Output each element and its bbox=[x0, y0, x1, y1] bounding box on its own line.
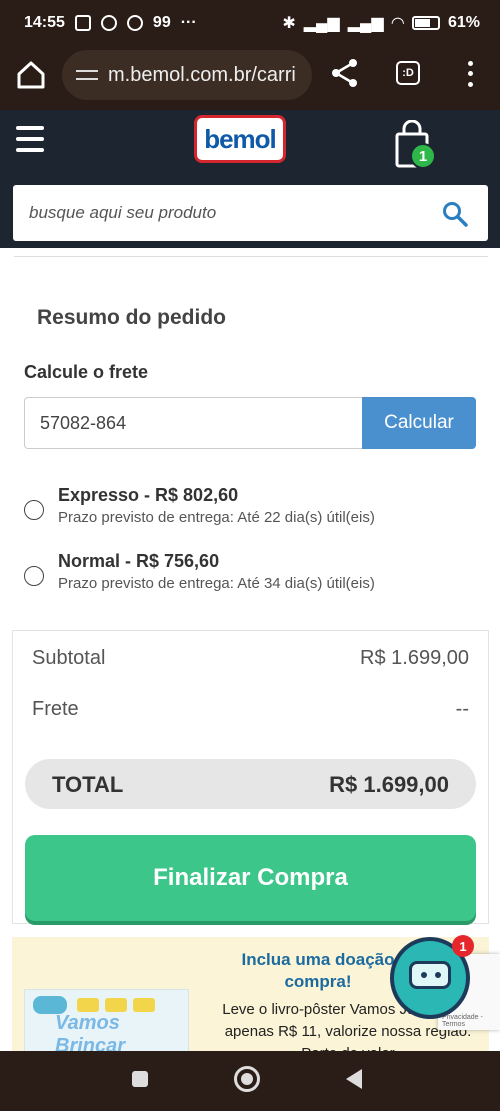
shipping-name: Normal - R$ 756,60 bbox=[58, 551, 220, 571]
url-text: m.bemol.com.br/carri bbox=[108, 63, 296, 86]
donation-title: Inclua uma doação compra! bbox=[241, 950, 395, 991]
status-time: 14:55 bbox=[24, 14, 65, 31]
hamburger-menu-icon[interactable] bbox=[16, 126, 44, 152]
poster-chip bbox=[133, 998, 155, 1012]
system-nav-bar bbox=[0, 1051, 500, 1111]
shipping-desc: Prazo previsto de entrega: Até 34 dia(s)… bbox=[58, 575, 375, 592]
site-header: bemol busque aqui seu produto bbox=[0, 110, 500, 248]
total-value: R$ 1.699,00 bbox=[329, 772, 449, 797]
wifi-icon: ◠ bbox=[391, 15, 404, 32]
radio-express[interactable] bbox=[24, 500, 44, 520]
bemol-logo[interactable]: bemol bbox=[194, 115, 286, 163]
totals-card: Subtotal R$ 1.699,00 Frete -- TOTAL R$ 1… bbox=[12, 630, 489, 924]
cart-count-badge: 1 bbox=[410, 143, 436, 169]
total-row: TOTAL R$ 1.699,00 bbox=[25, 759, 476, 809]
bluetooth-icon: ✱ bbox=[282, 15, 296, 32]
poster-title: Vamos Brincar bbox=[55, 1012, 126, 1052]
radio-normal[interactable] bbox=[24, 566, 44, 586]
checkout-button[interactable]: Finalizar Compra bbox=[25, 835, 476, 921]
cep-input[interactable]: 57082-864 bbox=[24, 397, 364, 449]
poster-chip bbox=[105, 998, 127, 1012]
subtotal-value: R$ 1.699,00 bbox=[360, 647, 469, 669]
chat-bubble-icon bbox=[126, 15, 143, 31]
freight-title: Calcule o frete bbox=[24, 362, 149, 382]
browser-menu-icon[interactable] bbox=[460, 58, 480, 90]
home-icon[interactable] bbox=[14, 58, 48, 92]
notification-count: 99 bbox=[152, 14, 171, 31]
calculate-button[interactable]: Calcular bbox=[362, 397, 476, 449]
home-circle-icon[interactable] bbox=[234, 1066, 260, 1092]
nfc-icon bbox=[74, 15, 91, 31]
robot-face bbox=[409, 961, 451, 989]
freight-label: Frete bbox=[32, 698, 79, 720]
freight-value: -- bbox=[455, 698, 469, 720]
poster-chip bbox=[77, 998, 99, 1012]
battery-icon bbox=[411, 16, 440, 30]
more-notifications-icon: ··· bbox=[180, 14, 197, 31]
poster-image: Vamos Brincar bbox=[24, 989, 189, 1052]
shipping-option-express[interactable]: Expresso - R$ 802,60 Prazo previsto de e… bbox=[24, 485, 484, 535]
logo-text: bemol bbox=[204, 123, 277, 154]
shipping-option-normal[interactable]: Normal - R$ 756,60 Prazo previsto de ent… bbox=[24, 551, 484, 601]
site-settings-icon[interactable] bbox=[76, 66, 98, 84]
tabs-button[interactable]: :D bbox=[396, 61, 420, 85]
shipping-desc: Prazo previsto de entrega: Até 22 dia(s)… bbox=[58, 509, 375, 526]
robot-eye bbox=[435, 972, 441, 978]
search-icon[interactable] bbox=[442, 201, 468, 227]
share-icon[interactable] bbox=[328, 56, 362, 90]
battery-level: 61% bbox=[447, 14, 480, 31]
total-label: TOTAL bbox=[52, 772, 124, 797]
whatsapp-icon bbox=[100, 15, 117, 31]
summary-title: Resumo do pedido bbox=[37, 306, 226, 329]
divider bbox=[14, 256, 488, 257]
status-bar: 14:55 99 ··· ✱ ▂▄▆ ▂▄▆ ◠ 61% bbox=[0, 0, 500, 46]
back-arrow-icon[interactable] bbox=[346, 1069, 362, 1089]
robot-eye bbox=[421, 972, 427, 978]
recent-apps-icon[interactable] bbox=[132, 1071, 148, 1087]
url-bar[interactable]: m.bemol.com.br/carri bbox=[62, 50, 312, 100]
chatbot-badge: 1 bbox=[452, 935, 474, 957]
signal-2-icon: ▂▄▆ bbox=[347, 15, 384, 32]
search-input[interactable]: busque aqui seu produto bbox=[13, 185, 488, 241]
browser-toolbar: m.bemol.com.br/carri :D bbox=[0, 46, 500, 110]
search-placeholder: busque aqui seu produto bbox=[29, 203, 217, 222]
subtotal-label: Subtotal bbox=[32, 647, 106, 669]
signal-icon: ▂▄▆ bbox=[303, 15, 340, 32]
shipping-name: Expresso - R$ 802,60 bbox=[58, 485, 239, 505]
